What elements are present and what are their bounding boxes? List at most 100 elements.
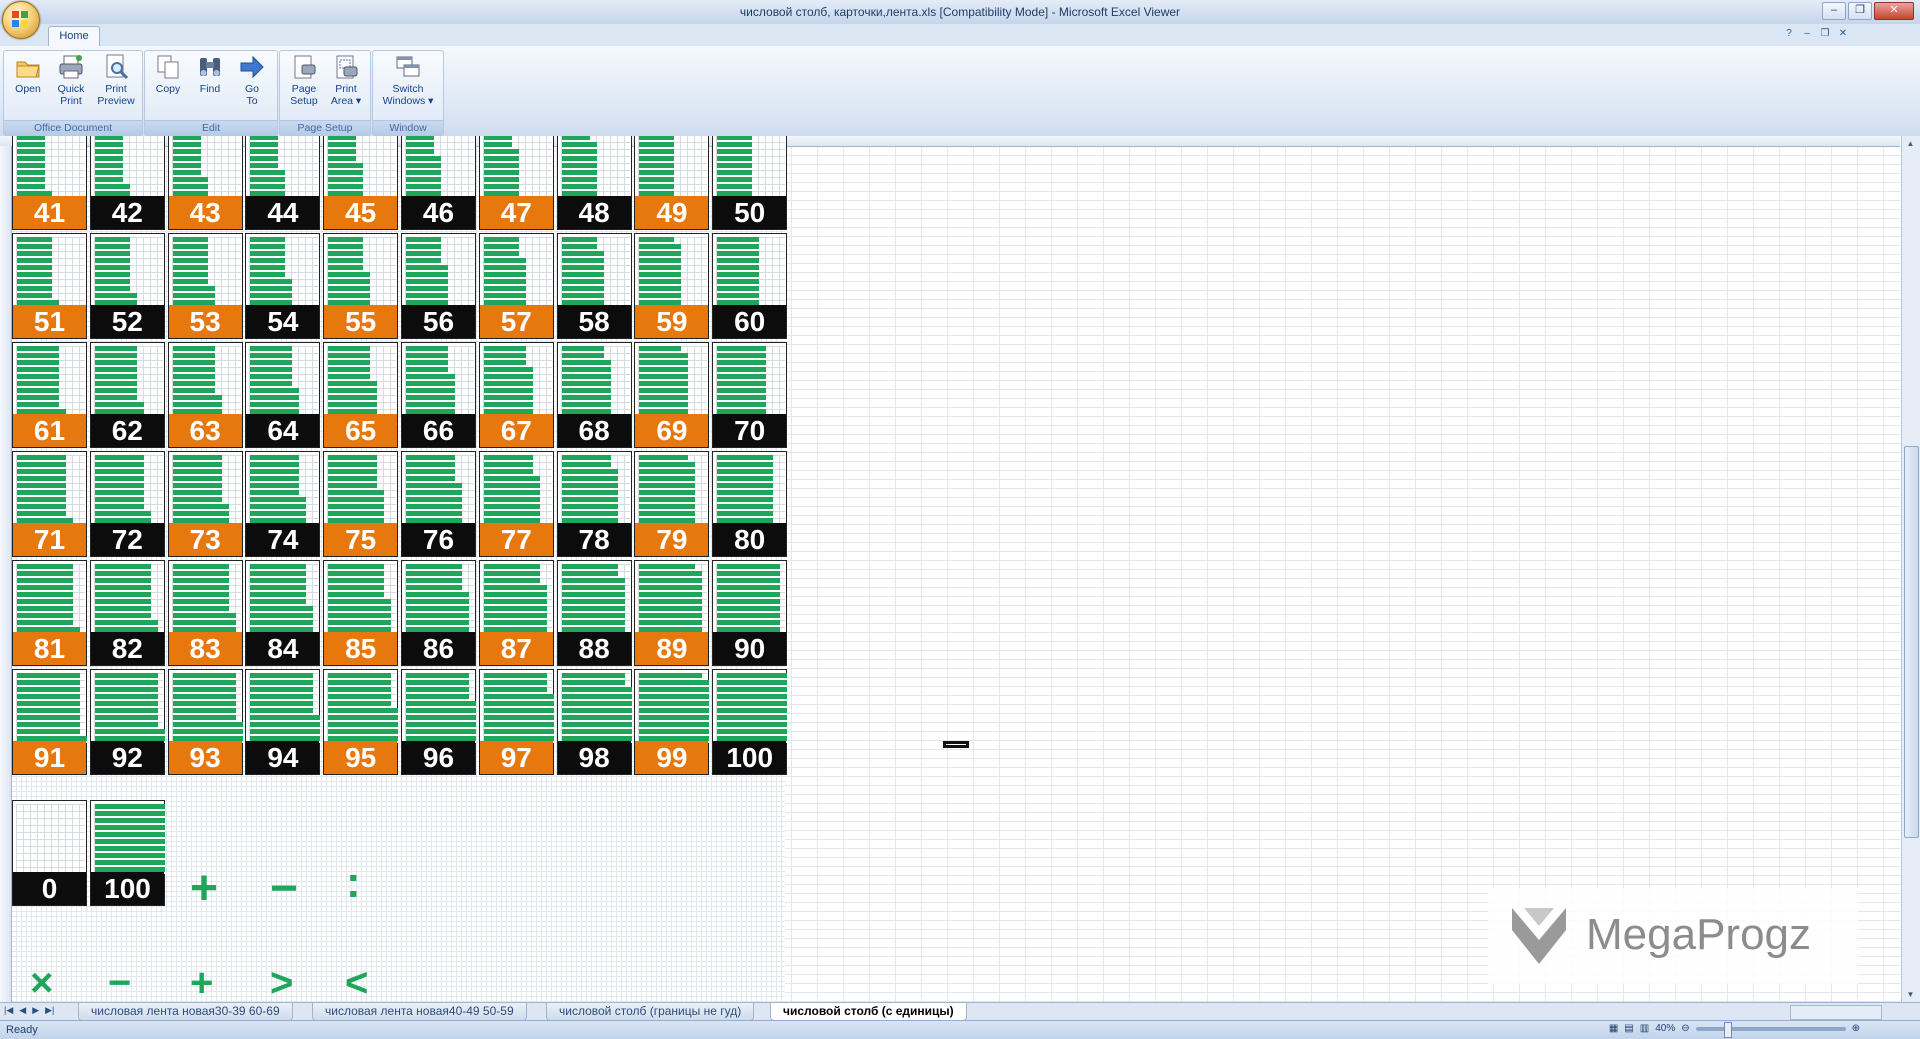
open-button[interactable]: Open	[8, 53, 48, 95]
scroll-up-icon[interactable]: ▲	[1904, 137, 1917, 150]
switch-windows-button[interactable]: Switch Windows ▾	[377, 53, 439, 107]
card-fill-column	[674, 244, 682, 307]
doc-close-icon[interactable]: ✕	[1836, 27, 1850, 41]
card-number: 79	[635, 523, 709, 556]
card-fill-column	[349, 564, 357, 634]
doc-minimize-icon[interactable]: –	[1800, 27, 1814, 41]
tab-home[interactable]: Home	[48, 26, 100, 47]
card-fill-column	[539, 673, 547, 743]
sheet-tab-3[interactable]: числовой столб (границы не гуд)	[546, 1003, 755, 1021]
number-card-58: 58	[556, 233, 632, 339]
card-fill-column	[773, 564, 781, 634]
card-dot-grid	[16, 673, 87, 743]
number-card-77: 77	[478, 451, 554, 557]
card-fill-column	[568, 346, 576, 416]
card-fill-column	[406, 136, 413, 198]
card-fill-column	[561, 346, 569, 416]
card-fill-column	[306, 606, 314, 634]
card-fill-column	[342, 346, 350, 416]
card-fill-column	[448, 374, 455, 416]
card-fill-column	[115, 673, 123, 743]
card-fill-column	[646, 455, 654, 525]
card-dot-grid	[560, 346, 630, 416]
card-fill-column	[568, 564, 576, 634]
card-dot-grid	[93, 237, 163, 307]
scroll-down-icon[interactable]: ▼	[1904, 988, 1917, 1001]
prev-sheet-icon[interactable]: ◀	[19, 1005, 26, 1016]
print-area-button[interactable]: Print Area ▾	[326, 53, 366, 107]
worksheet[interactable]: 41 42 43 44 45 46 47 48 49 50 51 52 53 54 55 56 57 58 59 60…	[0, 136, 1920, 1002]
close-icon[interactable]: ✕	[1874, 2, 1914, 20]
card-fill-column	[518, 258, 526, 307]
vertical-scrollbar[interactable]: ▲ ▼	[1901, 136, 1920, 1002]
card-fill-column	[31, 136, 38, 198]
horizontal-scrollbar[interactable]	[1790, 1005, 1882, 1020]
card-fill-column	[271, 455, 279, 525]
card-number: 71	[13, 523, 86, 556]
card-number: 66	[402, 414, 475, 447]
card-number: 87	[479, 632, 553, 665]
card-dot-grid	[16, 346, 85, 416]
quick-print-button[interactable]: Quick Print	[51, 53, 91, 107]
card-fill-column	[143, 673, 151, 743]
find-button[interactable]: Find	[191, 53, 229, 95]
zoom-slider[interactable]	[1695, 1021, 1846, 1038]
page-layout-icon[interactable]: ▤	[1624, 1023, 1633, 1034]
doc-restore-icon[interactable]: ❐	[1818, 27, 1832, 41]
card-fill-column	[702, 680, 710, 743]
card-fill-column	[766, 673, 774, 743]
card-fill-column	[377, 490, 385, 525]
vertical-scroll-thumb[interactable]	[1904, 446, 1919, 838]
card-fill-column	[342, 564, 350, 634]
office-button[interactable]	[2, 1, 40, 39]
card-dot-grid	[93, 673, 165, 743]
card-number: 48	[557, 196, 631, 229]
page-setup-button[interactable]: Page Setup	[284, 53, 324, 107]
zoom-level[interactable]: 40%	[1655, 1023, 1675, 1034]
card-fill-column	[624, 687, 632, 743]
card-fill-column	[752, 455, 760, 525]
copy-button[interactable]: Copy	[149, 53, 187, 95]
card-number: 58	[557, 305, 631, 338]
card-fill-column	[582, 455, 590, 525]
card-fill-column	[575, 136, 583, 198]
card-number: 53	[168, 305, 242, 338]
card-fill-column	[660, 564, 668, 634]
card-fill-column	[518, 673, 526, 743]
sheet-tab-2[interactable]: числовая лента новая40-49 50-59	[312, 1003, 527, 1021]
goto-button[interactable]: Go To	[233, 53, 271, 107]
sheet-tab-active[interactable]: числовой столб (с единицы)	[770, 1003, 967, 1021]
restore-icon[interactable]: ❐	[1848, 2, 1872, 20]
extra-card-0: 0	[12, 800, 87, 906]
card-fill-column	[292, 455, 300, 525]
group-label-edit: Edit	[145, 120, 277, 135]
page-break-icon[interactable]: ▥	[1640, 1023, 1649, 1034]
zoom-in-icon[interactable]: ⊕	[1852, 1023, 1860, 1034]
print-preview-button[interactable]: Print Preview	[94, 53, 138, 107]
zoom-slider-thumb[interactable]	[1723, 1021, 1732, 1038]
card-fill-column	[292, 388, 300, 416]
minimize-icon[interactable]: –	[1822, 2, 1846, 20]
card-fill-column	[172, 455, 180, 525]
card-fill-column	[695, 673, 703, 743]
active-cell-cursor[interactable]	[943, 741, 969, 748]
card-number: 45	[324, 196, 398, 229]
card-fill-column	[200, 673, 208, 743]
card-fill-column	[639, 136, 647, 198]
card-number: 85	[324, 632, 398, 665]
sheet-tab-1[interactable]: числовая лента новая30-39 60-69	[78, 1003, 293, 1021]
card-dot-grid	[716, 564, 786, 634]
card-dot-grid	[249, 346, 319, 416]
row-headers[interactable]	[0, 146, 12, 1002]
last-sheet-icon[interactable]: ▶|	[45, 1005, 54, 1016]
card-fill-column	[653, 564, 661, 634]
next-sheet-icon[interactable]: ▶	[32, 1005, 39, 1016]
card-fill-column	[250, 346, 258, 416]
first-sheet-icon[interactable]: |◀	[4, 1005, 13, 1016]
help-icon[interactable]: ?	[1782, 27, 1796, 41]
card-fill-column	[250, 455, 258, 525]
zoom-out-icon[interactable]: ⊖	[1681, 1023, 1689, 1034]
card-fill-column	[413, 136, 420, 198]
card-dot-grid	[171, 673, 243, 743]
normal-view-icon[interactable]: ▦	[1609, 1023, 1618, 1034]
